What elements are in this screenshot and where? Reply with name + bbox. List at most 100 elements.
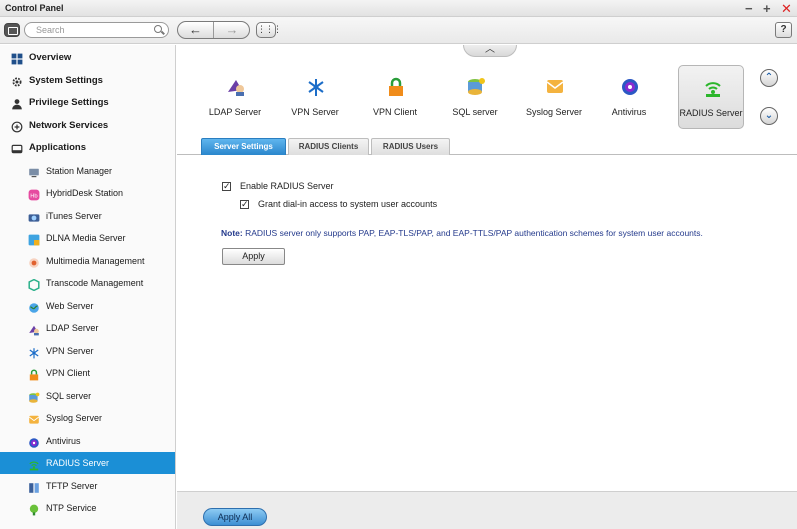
sidebar-item-radius-server[interactable]: RADIUS Server xyxy=(0,452,175,474)
sidebar-item-applications[interactable]: Applications xyxy=(0,137,175,159)
app-strip: LDAP Server VPN Server VPN Client SQL serve… xyxy=(177,61,797,131)
main-panel: ︿ LDAP Server VPN Server VPN Client SQL ser… xyxy=(177,45,797,529)
user-icon xyxy=(11,97,23,110)
itunes-icon xyxy=(28,210,40,222)
sidebar-item-vpn-server[interactable]: VPN Server xyxy=(0,340,175,362)
sidebar-item-label: Station Manager xyxy=(46,165,113,176)
grant-dialin-checkbox[interactable]: ✓ xyxy=(240,200,249,209)
sidebar-item-label: Transcode Management xyxy=(46,278,144,288)
sidebar-item-station-manager[interactable]: Station Manager xyxy=(0,160,175,182)
tftp-icon xyxy=(28,480,40,493)
sidebar-item-web-server[interactable]: Web Server xyxy=(0,295,175,317)
sidebar-item-label: LDAP Server xyxy=(46,323,99,333)
web-server-icon xyxy=(28,300,40,313)
tab-server-settings[interactable]: Server Settings xyxy=(201,138,286,155)
sidebar-item-label: Syslog Server xyxy=(46,413,103,423)
sidebar-item-dlna-media-server[interactable]: DLNA Media Server xyxy=(0,227,175,249)
sidebar-item-hybriddesk-station[interactable]: Hb HybridDesk Station xyxy=(0,182,175,204)
sidebar-item-ntp-service[interactable]: NTP Service xyxy=(0,497,175,519)
tab-radius-users[interactable]: RADIUS Users xyxy=(371,138,450,155)
sidebar-item-label: Multimedia Management xyxy=(46,255,145,266)
sidebar-item-label: SQL server xyxy=(46,390,92,401)
sql-icon xyxy=(466,77,486,97)
sidebar-item-overview[interactable]: Overview xyxy=(0,47,175,69)
app-antivirus[interactable]: Antivirus xyxy=(596,65,662,129)
app-vpn-server[interactable]: VPN Server xyxy=(282,65,348,129)
app-label: VPN Server xyxy=(291,107,339,117)
app-label: RADIUS Server xyxy=(679,108,743,118)
scroll-up-button[interactable]: ⌃ xyxy=(760,69,778,87)
sidebar-item-transcode-management[interactable]: Transcode Management xyxy=(0,272,175,294)
ntp-icon xyxy=(28,502,40,516)
app-syslog-server[interactable]: Syslog Server xyxy=(521,65,587,129)
sidebar-item-vpn-client[interactable]: VPN Client xyxy=(0,362,175,384)
vpn-server-icon xyxy=(28,345,40,358)
collapse-strip-button[interactable]: ︿ xyxy=(463,45,517,57)
apply-button[interactable]: Apply xyxy=(222,248,285,265)
tab-bar: Server Settings RADIUS Clients RADIUS Us… xyxy=(177,135,797,155)
sidebar-item-label: TFTP Server xyxy=(46,480,98,491)
sidebar-item-tftp-server[interactable]: TFTP Server xyxy=(0,475,175,497)
note-text: Note: RADIUS server only supports PAP, E… xyxy=(221,228,703,238)
sidebar-item-multimedia-management[interactable]: Multimedia Management xyxy=(0,250,175,272)
vpn-client-icon xyxy=(386,77,406,97)
station-manager-icon xyxy=(28,165,40,177)
app-grid-button[interactable]: ⋮⋮⋮ xyxy=(256,22,282,38)
apply-all-button[interactable]: Apply All xyxy=(203,508,267,526)
radius-icon xyxy=(28,457,40,471)
sidebar-item-label: Web Server xyxy=(46,300,94,311)
sidebar-item-privilege-settings[interactable]: Privilege Settings xyxy=(0,92,175,114)
sidebar-item-label: HybridDesk Station xyxy=(46,188,124,198)
app-label: Antivirus xyxy=(611,107,647,117)
tab-radius-clients[interactable]: RADIUS Clients xyxy=(288,138,369,155)
toolbar: ← → ⋮⋮⋮ ? xyxy=(0,17,797,44)
search-icon[interactable] xyxy=(154,25,162,33)
app-radius-server[interactable]: RADIUS Server xyxy=(678,65,744,129)
sidebar-item-syslog-server[interactable]: Syslog Server xyxy=(0,407,175,429)
sidebar-item-label: iTunes Server xyxy=(46,210,102,221)
close-button[interactable]: ✕ xyxy=(781,0,792,17)
dlna-icon xyxy=(28,232,40,246)
app-label: SQL server xyxy=(452,107,498,117)
sidebar-item-ldap-server[interactable]: LDAP Server xyxy=(0,317,175,339)
app-ldap-server[interactable]: LDAP Server xyxy=(202,65,268,129)
forward-button[interactable]: → xyxy=(214,22,249,38)
panel-toggle-button[interactable] xyxy=(4,23,20,37)
sidebar-item-antivirus[interactable]: Antivirus xyxy=(0,430,175,452)
multimedia-icon xyxy=(28,255,40,268)
minimize-button[interactable]: − xyxy=(745,0,753,17)
sidebar-item-label: DLNA Media Server xyxy=(46,233,126,243)
scroll-down-button[interactable]: ⌄ xyxy=(760,107,778,125)
help-button[interactable]: ? xyxy=(775,22,792,38)
sidebar: Overview System Settings Privilege Setting… xyxy=(0,45,176,529)
sql-icon xyxy=(28,390,40,403)
ldap-icon xyxy=(226,77,246,97)
gear-icon xyxy=(11,75,23,87)
sidebar-item-label: RADIUS Server xyxy=(46,458,110,468)
sidebar-item-sql-server[interactable]: SQL server xyxy=(0,385,175,407)
note-body: RADIUS server only supports PAP, EAP-TLS… xyxy=(242,228,703,238)
search-input[interactable] xyxy=(36,25,146,35)
app-label: LDAP Server xyxy=(208,107,262,117)
sidebar-item-label: Privilege Settings xyxy=(29,97,109,108)
footer-bar: Apply All xyxy=(177,491,797,529)
sidebar-item-label: System Settings xyxy=(29,74,103,86)
app-vpn-client[interactable]: VPN Client xyxy=(362,65,428,129)
svg-text:Hb: Hb xyxy=(30,193,38,199)
sidebar-item-label: Antivirus xyxy=(46,435,81,446)
sidebar-item-itunes-server[interactable]: iTunes Server xyxy=(0,205,175,227)
sidebar-item-network-services[interactable]: Network Services xyxy=(0,115,175,137)
enable-radius-checkbox[interactable]: ✓ xyxy=(222,182,231,191)
sidebar-item-label: Overview xyxy=(29,52,72,63)
maximize-button[interactable]: + xyxy=(763,0,771,17)
sidebar-item-system-settings[interactable]: System Settings xyxy=(0,70,175,92)
radius-icon xyxy=(703,78,723,98)
network-icon xyxy=(11,120,23,132)
overview-icon xyxy=(11,52,23,65)
app-sql-server[interactable]: SQL server xyxy=(442,65,508,129)
antivirus-icon xyxy=(620,77,640,97)
sidebar-item-label: VPN Client xyxy=(46,368,91,378)
syslog-icon xyxy=(545,77,565,97)
applications-icon xyxy=(11,142,23,154)
back-button[interactable]: ← xyxy=(178,22,214,38)
